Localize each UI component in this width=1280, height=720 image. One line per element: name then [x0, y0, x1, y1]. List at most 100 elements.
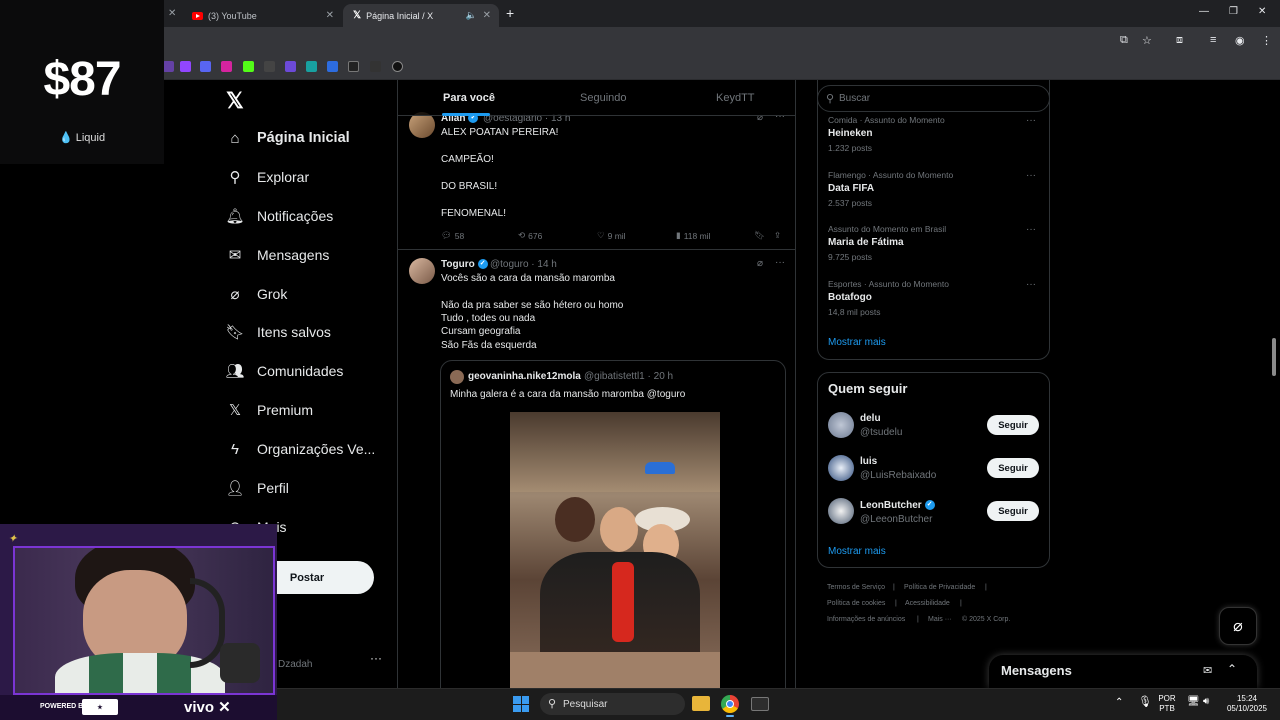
media-control-icon[interactable]: ≡ — [1210, 34, 1216, 46]
share-icon[interactable]: ⇪ — [774, 230, 781, 241]
file-explorer-icon[interactable] — [692, 696, 710, 711]
bookmark-kick-icon[interactable] — [243, 61, 254, 72]
collapse-icon[interactable]: ⌃ — [1227, 662, 1237, 676]
tray-expand-icon[interactable]: ⌃ — [1115, 698, 1123, 708]
follow-button[interactable]: Seguir — [987, 501, 1039, 521]
network-icon[interactable]: 🖥︎ — [1187, 697, 1200, 707]
more-options-icon[interactable]: ··· — [1026, 279, 1036, 290]
x-logo-icon[interactable]: 𝕏 — [226, 88, 244, 114]
tweet-photo[interactable] — [510, 412, 720, 688]
account-menu-icon[interactable]: ··· — [370, 651, 382, 665]
avatar[interactable] — [828, 455, 854, 481]
views-button[interactable]: ▮ 118 mil — [676, 230, 710, 241]
footer-link[interactable]: Mais ··· — [928, 616, 952, 623]
close-window-icon[interactable]: ✕ — [1258, 6, 1266, 17]
clock[interactable]: 15:24 05/10/2025 — [1222, 694, 1272, 714]
suggestion-handle: @LuisRebaixado — [860, 470, 937, 481]
new-tab-button[interactable]: + — [506, 5, 514, 21]
footer-separator: | — [985, 584, 987, 591]
tab-following[interactable]: Seguindo — [580, 92, 627, 104]
grok-analyze-icon[interactable]: ⌀ — [757, 258, 763, 269]
bookmark-tweet-icon[interactable]: 🔖︎ — [754, 230, 765, 241]
follow-button[interactable]: Seguir — [987, 415, 1039, 435]
nav-verified-orgs[interactable]: ϟ Organizações Ve... — [226, 437, 375, 461]
more-options-icon[interactable]: ··· — [1026, 224, 1036, 235]
nav-communities[interactable]: 👥︎ Comunidades — [225, 359, 343, 383]
bookmark-instagram-icon[interactable] — [221, 61, 232, 72]
search-input[interactable]: Buscar — [839, 93, 870, 104]
page-scrollbar[interactable] — [1272, 338, 1276, 376]
taskbar-search[interactable]: ⚲ Pesquisar — [540, 693, 685, 715]
avatar[interactable] — [828, 412, 854, 438]
terminal-icon[interactable] — [751, 697, 769, 711]
tab-x-home[interactable]: 𝕏 Página Inicial / X 🔈 ✕ — [343, 4, 499, 27]
close-tab-icon[interactable]: ✕ — [326, 10, 334, 21]
speaker-icon[interactable]: 🔈 — [466, 10, 477, 21]
nav-home[interactable]: ⌂ Página Inicial — [226, 126, 349, 150]
bookmark-star-icon[interactable]: ☆ — [1142, 34, 1152, 47]
bookmark-icon[interactable] — [327, 61, 338, 72]
show-more-trends-link[interactable]: Mostrar mais — [828, 337, 886, 348]
nav-profile[interactable]: 👤︎ Perfil — [225, 476, 288, 500]
nav-grok[interactable]: ⌀ Grok — [226, 282, 287, 306]
reply-button[interactable]: 💬︎ 58 — [441, 230, 464, 241]
grok-floating-button[interactable]: ⌀ — [1219, 607, 1257, 645]
profile-icon[interactable]: ◉ — [1235, 34, 1245, 47]
quoted-tweet[interactable]: geovaninha.nike12mola @gibatistettl1 · 2… — [440, 360, 786, 688]
footer-separator: | — [895, 600, 897, 607]
footer-link[interactable]: Acessibilidade — [905, 600, 950, 607]
more-options-icon[interactable]: ··· — [775, 257, 785, 268]
follow-button[interactable]: Seguir — [987, 458, 1039, 478]
menu-dots-icon[interactable]: ⋮ — [1261, 34, 1272, 47]
volume-icon[interactable]: 🔊︎ — [1203, 697, 1209, 707]
footer-link[interactable]: Termos de Serviço — [827, 584, 885, 591]
bookmark-icon[interactable] — [306, 61, 317, 72]
restore-icon[interactable]: ❐ — [1229, 6, 1238, 17]
extensions-icon[interactable]: ⧈ — [1176, 34, 1183, 47]
more-options-icon[interactable]: ··· — [1026, 115, 1036, 126]
new-message-icon[interactable]: ✉ — [1203, 664, 1212, 677]
like-button[interactable]: ♡ 9 mil — [597, 230, 626, 241]
bookmark-icon[interactable] — [370, 61, 381, 72]
language-indicator[interactable]: POR PTB — [1157, 694, 1177, 714]
tab-keydtt[interactable]: KeydTT — [716, 92, 755, 104]
tab-youtube[interactable]: (3) YouTube ✕ — [182, 4, 342, 27]
bookmark-icon[interactable] — [392, 61, 403, 72]
tab-for-you[interactable]: Para você — [443, 92, 495, 104]
install-app-icon[interactable]: ⧉ — [1120, 34, 1128, 47]
footer-link[interactable]: Política de cookies — [827, 600, 885, 607]
account-handle[interactable]: Dzadah — [278, 659, 312, 670]
bookmark-icon[interactable] — [285, 61, 296, 72]
retweet-button[interactable]: ⟲ 676 — [518, 230, 542, 241]
bookmark-icon[interactable] — [264, 61, 275, 72]
avatar[interactable] — [828, 498, 854, 524]
footer-link[interactable]: Informações de anúncios — [827, 616, 905, 623]
timestamp: 20 h — [653, 371, 674, 382]
tweet-author[interactable]: Toguro ✓ — [441, 259, 488, 270]
nav-bookmarks[interactable]: 🔖︎ Itens salvos — [225, 320, 330, 344]
suggestion-name[interactable]: LeonButcher ✓ — [860, 500, 935, 511]
messages-drawer[interactable]: Mensagens ✉ ⌃ — [989, 655, 1257, 688]
minimize-icon[interactable]: — — [1199, 6, 1209, 17]
microphone-icon[interactable]: 🎙︎ — [1138, 697, 1152, 708]
show-more-follow-link[interactable]: Mostrar mais — [828, 546, 886, 557]
nav-premium[interactable]: 𝕏 Premium — [226, 398, 313, 422]
nav-explore[interactable]: ⚲ Explorar — [226, 165, 310, 189]
chrome-icon[interactable] — [721, 695, 739, 713]
bookmark-twitch-icon[interactable] — [163, 61, 174, 72]
bookmark-discord-icon[interactable] — [200, 61, 211, 72]
close-tab-icon[interactable]: ✕ — [168, 8, 176, 19]
suggestion-name[interactable]: delu — [860, 413, 881, 424]
avatar[interactable] — [409, 258, 435, 284]
search-box[interactable]: ⚲ Buscar — [817, 85, 1050, 112]
nav-notifications[interactable]: 🔔︎ Notificações — [225, 204, 333, 228]
bookmark-icon[interactable] — [348, 61, 359, 72]
close-tab-icon[interactable]: ✕ — [483, 10, 491, 21]
nav-messages[interactable]: ✉ Mensagens — [226, 243, 330, 267]
footer-link[interactable]: Política de Privacidade — [904, 584, 975, 591]
tweet-handle[interactable]: @toguro · 14 h — [490, 259, 557, 270]
suggestion-name[interactable]: luis — [860, 456, 877, 467]
more-options-icon[interactable]: ··· — [1026, 170, 1036, 181]
bookmark-twitch-icon[interactable] — [180, 61, 191, 72]
start-button[interactable] — [513, 696, 529, 712]
